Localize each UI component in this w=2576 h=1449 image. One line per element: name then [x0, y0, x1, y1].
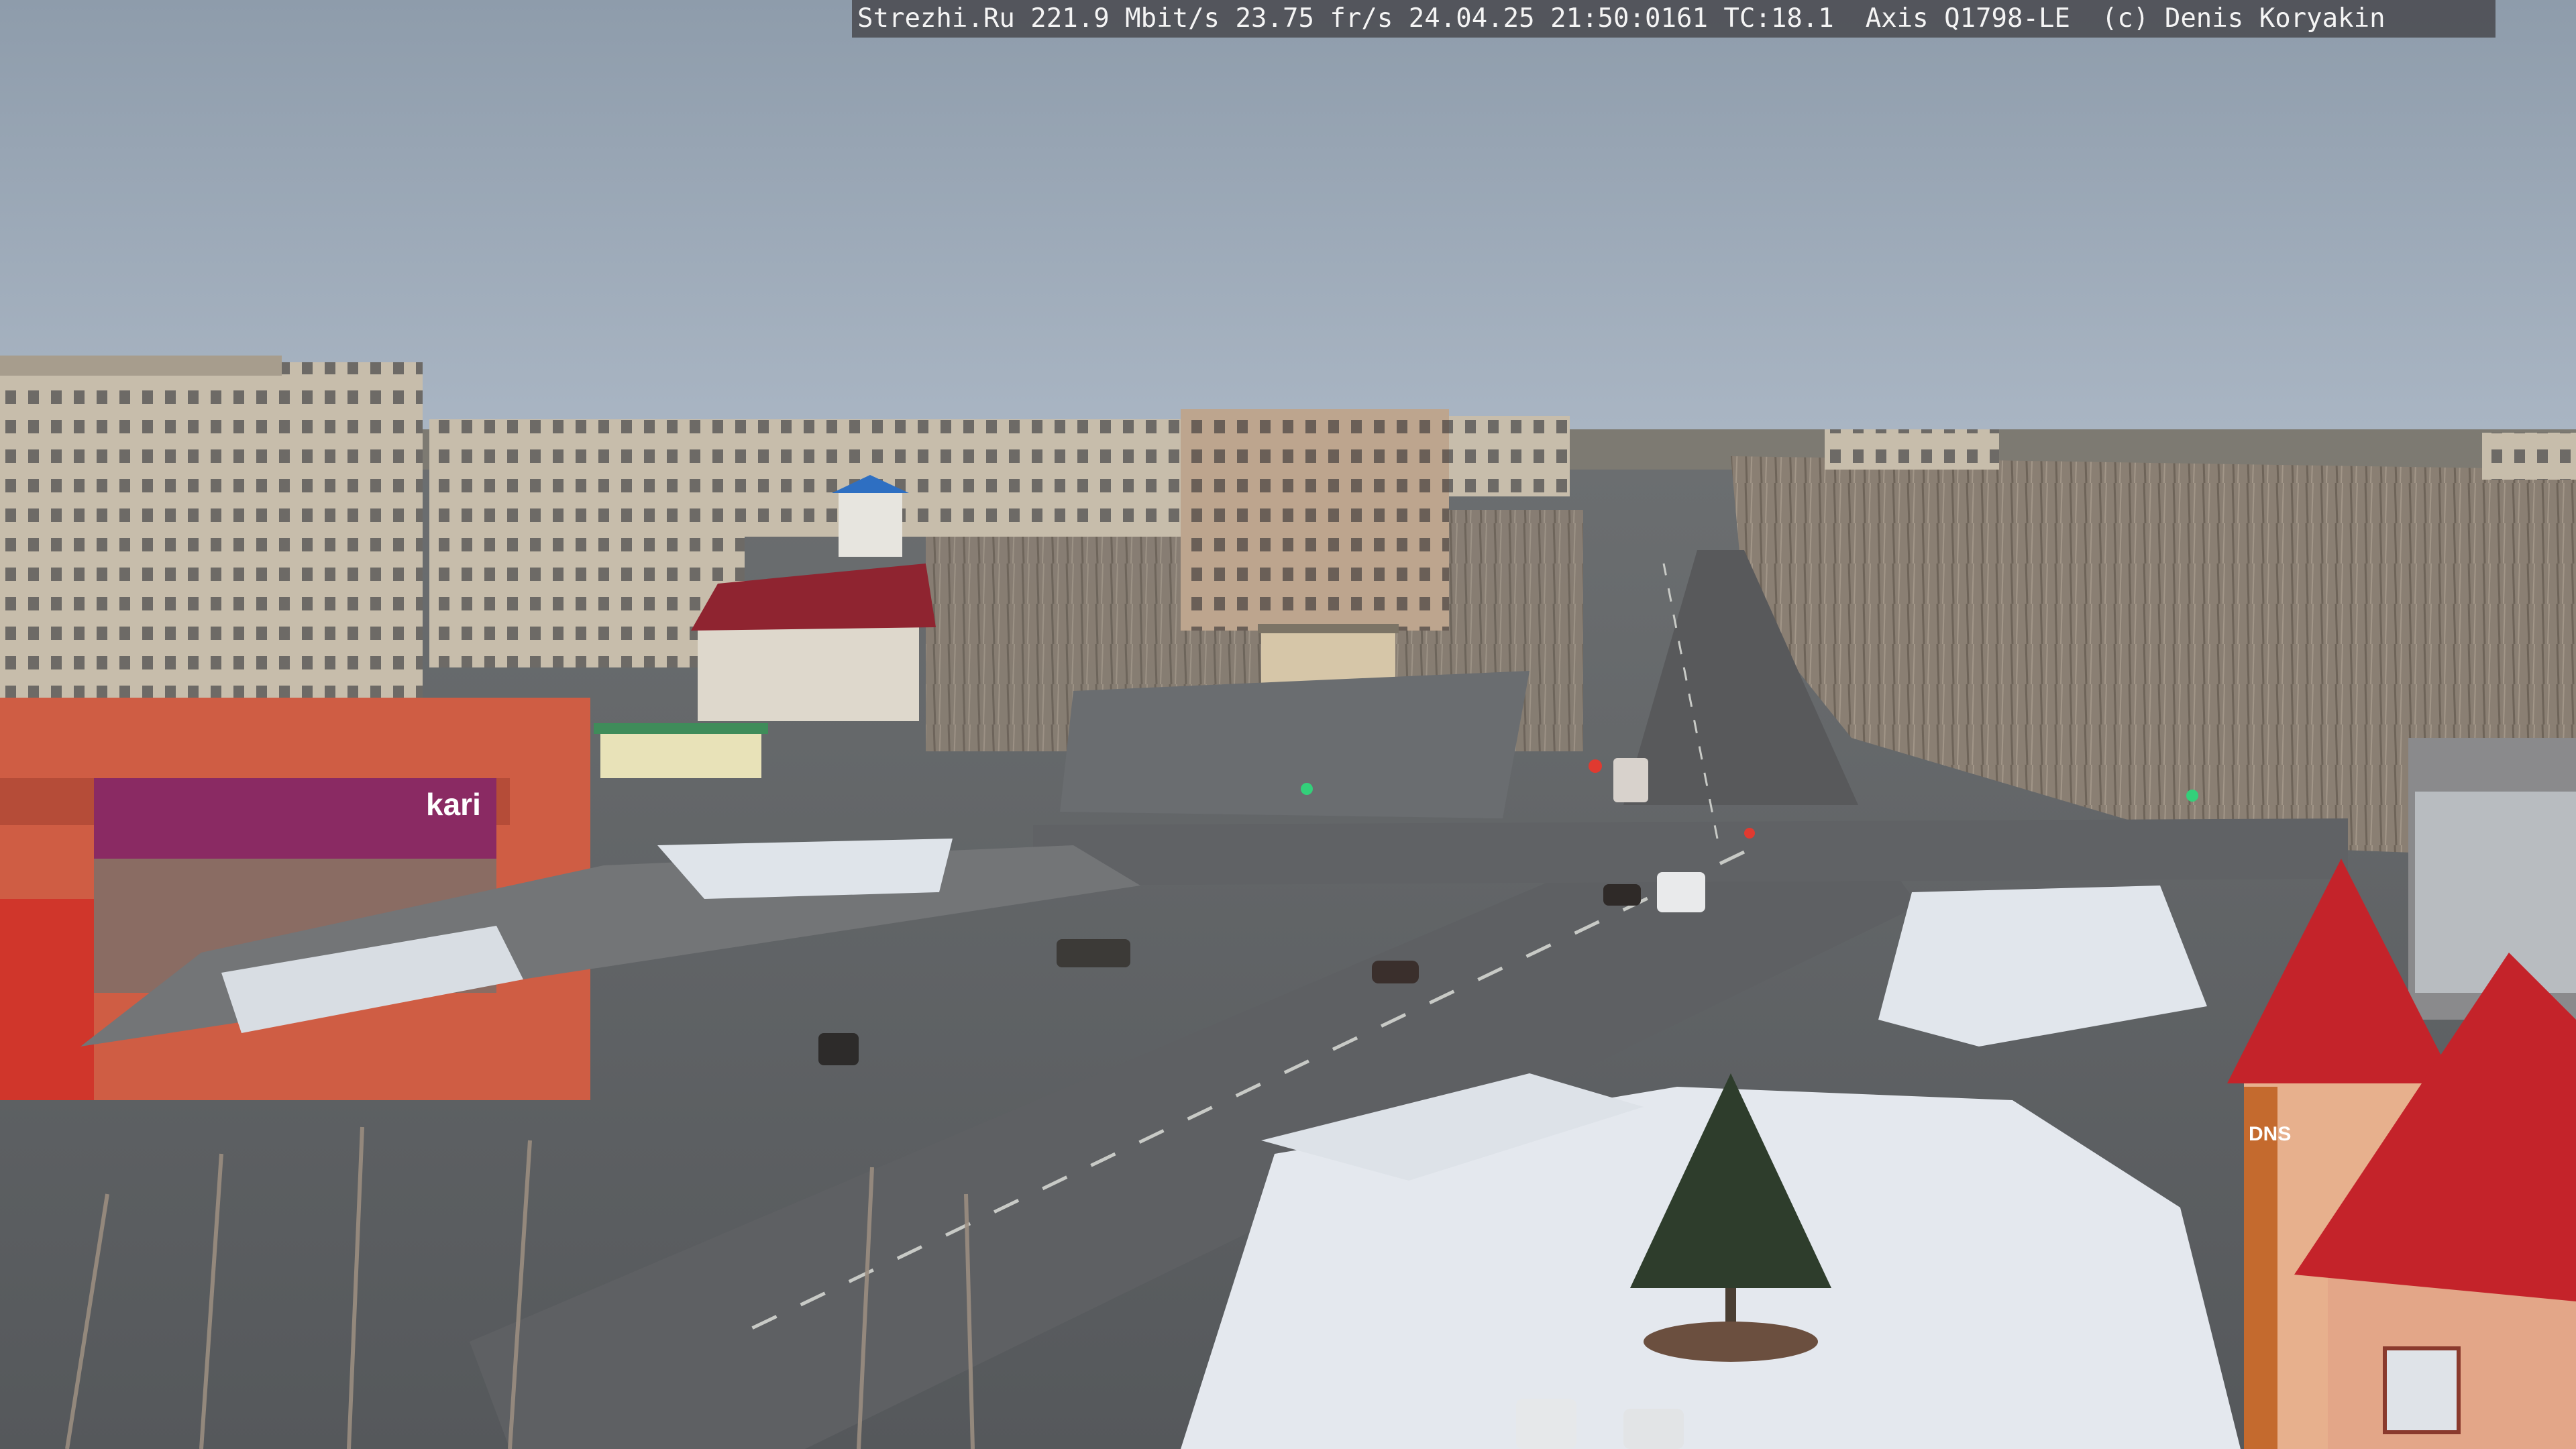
- blue-roof-tower: [839, 490, 902, 557]
- central-tower: [1181, 409, 1449, 631]
- left-block-top: [0, 356, 282, 376]
- mid-left-block: [429, 520, 745, 667]
- car-white-1: [1516, 1399, 1576, 1449]
- parking-lot: [1060, 671, 1529, 818]
- distant-block-2: [1825, 429, 1999, 470]
- van-1: [1657, 872, 1705, 912]
- snow-patch-left: [657, 839, 953, 899]
- distant-block-1: [429, 419, 1181, 537]
- car-parked: [818, 1033, 859, 1065]
- webcam-overlay-text: Strezhi.Ru 221.9 Mbit/s 23.75 fr/s 24.04…: [852, 0, 2496, 38]
- shop-red-side: [0, 899, 94, 1100]
- central-tower-wing: [1449, 416, 1570, 496]
- distant-block-3: [2482, 433, 2576, 480]
- bus-1: [1613, 758, 1648, 802]
- car-suv: [1057, 939, 1130, 967]
- street-scene: kari DNS: [0, 0, 2576, 1449]
- dns-logo: DNS: [2249, 1123, 2291, 1145]
- car-1: [1372, 961, 1419, 983]
- webcam-frame: kari DNS Strezhi.Ru 221.9 Mbit/s 23.75 f…: [0, 0, 2576, 1449]
- kari-logo: kari: [426, 787, 481, 822]
- red-roof-building-wall: [698, 627, 919, 721]
- car-2: [1603, 884, 1641, 906]
- dns-window: [2383, 1346, 2461, 1434]
- car-white-2: [1623, 1409, 1684, 1449]
- kiosk: [600, 731, 761, 778]
